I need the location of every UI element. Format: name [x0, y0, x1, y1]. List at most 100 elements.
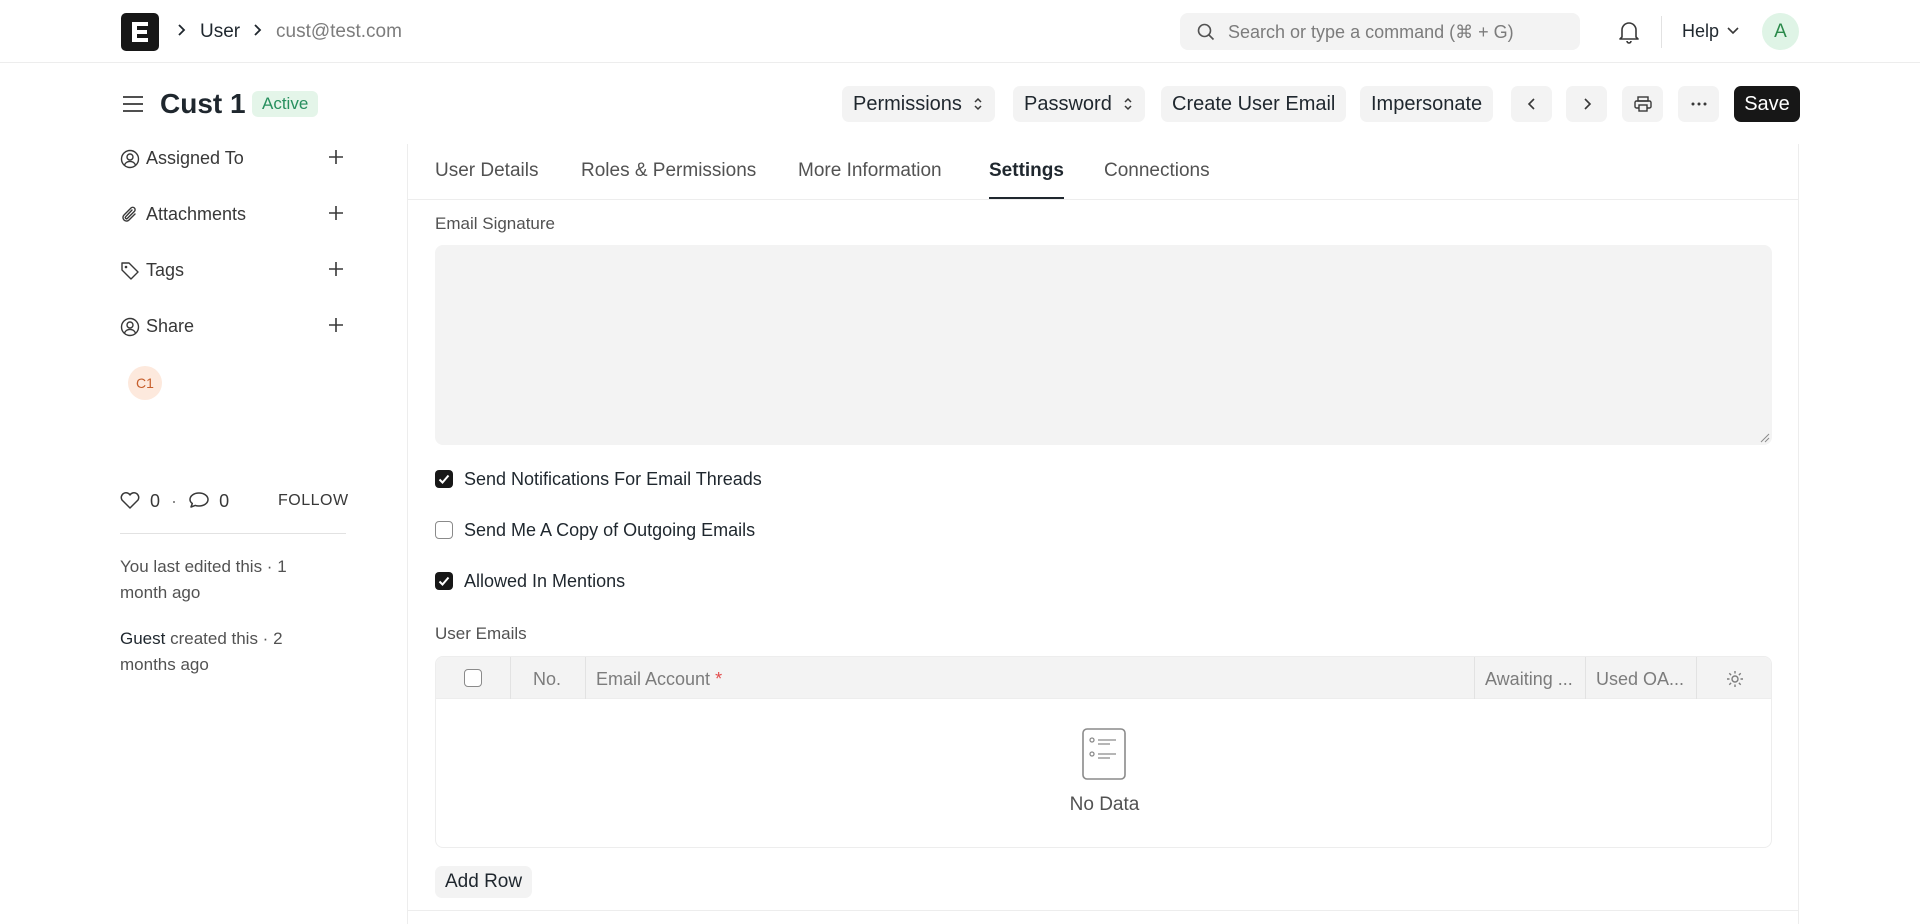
gear-icon[interactable]	[1725, 669, 1745, 689]
allowed-in-mentions-label[interactable]: Allowed In Mentions	[464, 570, 625, 592]
column-divider	[1474, 657, 1475, 699]
creator-name[interactable]: Guest	[120, 629, 165, 648]
more-actions-button[interactable]	[1678, 86, 1719, 122]
panel-border	[1798, 144, 1799, 924]
comments-count: 0	[219, 491, 230, 511]
save-button[interactable]: Save	[1734, 86, 1800, 122]
plus-icon[interactable]	[327, 260, 345, 278]
tab-roles-permissions[interactable]: Roles & Permissions	[581, 160, 756, 182]
comment-icon[interactable]	[188, 490, 210, 510]
tab-more-information[interactable]: More Information	[798, 160, 942, 182]
column-divider	[1585, 657, 1586, 699]
search-icon	[1197, 23, 1215, 41]
paperclip-icon	[122, 206, 136, 222]
table-header: No. Email Account * Awaiting ... Used OA…	[436, 657, 1771, 699]
column-divider	[1696, 657, 1697, 699]
active-tab-indicator	[989, 197, 1064, 199]
search-placeholder: Search or type a command (⌘ + G)	[1228, 22, 1514, 42]
allowed-in-mentions-checkbox[interactable]	[435, 572, 453, 590]
required-marker: *	[715, 669, 723, 689]
breadcrumb-user[interactable]: User	[200, 20, 240, 44]
sidebar-item-assigned-to[interactable]: Assigned To	[120, 145, 345, 171]
print-button[interactable]	[1622, 86, 1663, 122]
chevron-down-icon	[1727, 27, 1739, 35]
follow-button[interactable]: FOLLOW	[278, 491, 349, 511]
column-header-used-oauth: Used OA...	[1596, 669, 1685, 689]
tag-icon	[121, 262, 139, 280]
add-row-button[interactable]: Add Row	[435, 866, 533, 898]
email-signature-field[interactable]	[435, 245, 1772, 445]
likes-comments: 0 · 0	[119, 490, 229, 512]
heart-icon[interactable]	[119, 490, 141, 510]
select-caret-icon	[1124, 97, 1132, 111]
permissions-label: Permissions	[853, 93, 962, 115]
panel-border	[407, 144, 408, 924]
no-data-text: No Data	[1069, 794, 1140, 815]
send-notifications-checkbox[interactable]	[435, 470, 453, 488]
section-divider	[408, 910, 1798, 911]
shared-user-avatar[interactable]: C1	[128, 366, 162, 400]
select-all-checkbox[interactable]	[464, 669, 482, 687]
create-user-email-button[interactable]: Create User Email	[1161, 86, 1347, 122]
column-header-email-account: Email Account *	[596, 668, 722, 690]
dot-separator: ·	[171, 491, 178, 511]
column-divider	[510, 657, 511, 699]
user-emails-table: No. Email Account * Awaiting ... Used OA…	[435, 656, 1772, 848]
sidebar-item-label: Tags	[146, 260, 185, 280]
tab-connections[interactable]: Connections	[1104, 160, 1210, 182]
sidebar-item-tags[interactable]: Tags	[120, 257, 345, 283]
avatar[interactable]: A	[1762, 13, 1799, 50]
navbar: User cust@test.com Search or type a comm…	[0, 0, 1920, 63]
checkmark-icon	[438, 576, 450, 586]
column-header-no: No.	[533, 669, 562, 689]
bell-icon[interactable]	[1617, 19, 1641, 45]
email-signature-label: Email Signature	[435, 214, 556, 233]
previous-record-button[interactable]	[1511, 86, 1552, 122]
permissions-button[interactable]: Permissions	[842, 86, 995, 122]
sidebar-item-label: Share	[146, 316, 195, 336]
likes-count: 0	[150, 491, 161, 511]
status-badge: Active	[252, 91, 319, 117]
column-divider	[585, 657, 586, 699]
chevron-right-icon	[254, 24, 262, 36]
next-record-button[interactable]	[1566, 86, 1607, 122]
chevron-right-icon	[1583, 98, 1591, 110]
tab-user-details[interactable]: User Details	[435, 160, 538, 182]
sidebar-item-share[interactable]: Share	[120, 313, 345, 339]
send-notifications-label[interactable]: Send Notifications For Email Threads	[464, 468, 762, 490]
last-edited-text: You last edited this · 1 month ago	[120, 557, 287, 602]
printer-icon	[1633, 96, 1652, 112]
app-logo-icon[interactable]	[121, 13, 159, 51]
sidebar-item-attachments[interactable]: Attachments	[120, 201, 345, 227]
impersonate-button[interactable]: Impersonate	[1360, 86, 1494, 122]
send-copy-label[interactable]: Send Me A Copy of Outgoing Emails	[464, 519, 755, 541]
user-emails-label: User Emails	[435, 624, 527, 643]
share-icon	[120, 317, 140, 337]
password-label: Password	[1024, 93, 1112, 115]
tab-settings[interactable]: Settings	[989, 160, 1064, 182]
search-input[interactable]: Search or type a command (⌘ + G)	[1180, 13, 1580, 50]
column-header-awaiting: Awaiting ...	[1485, 669, 1573, 689]
help-menu[interactable]: Help	[1682, 20, 1719, 42]
navbar-divider	[1661, 16, 1662, 48]
page-title: Cust 1	[160, 88, 246, 119]
select-caret-icon	[974, 97, 982, 111]
email-account-header-text: Email Account	[596, 669, 711, 689]
sidebar-item-label: Attachments	[146, 204, 247, 224]
plus-icon[interactable]	[327, 148, 345, 166]
plus-icon[interactable]	[327, 204, 345, 222]
chevron-left-icon	[1527, 98, 1535, 110]
tabs-divider	[408, 199, 1798, 200]
checkmark-icon	[438, 474, 450, 484]
assign-icon	[120, 149, 140, 169]
sidebar-divider	[120, 533, 346, 534]
password-button[interactable]: Password	[1013, 86, 1145, 122]
breadcrumb-current[interactable]: cust@test.com	[276, 20, 402, 44]
plus-icon[interactable]	[327, 316, 345, 334]
created-text: Guest created this · 2 months ago	[120, 626, 320, 678]
hamburger-menu-icon[interactable]	[120, 92, 146, 116]
resize-handle-icon[interactable]	[1758, 431, 1770, 443]
chevron-right-icon	[178, 24, 186, 36]
empty-list-icon	[1082, 728, 1126, 780]
send-copy-checkbox[interactable]	[435, 521, 453, 539]
